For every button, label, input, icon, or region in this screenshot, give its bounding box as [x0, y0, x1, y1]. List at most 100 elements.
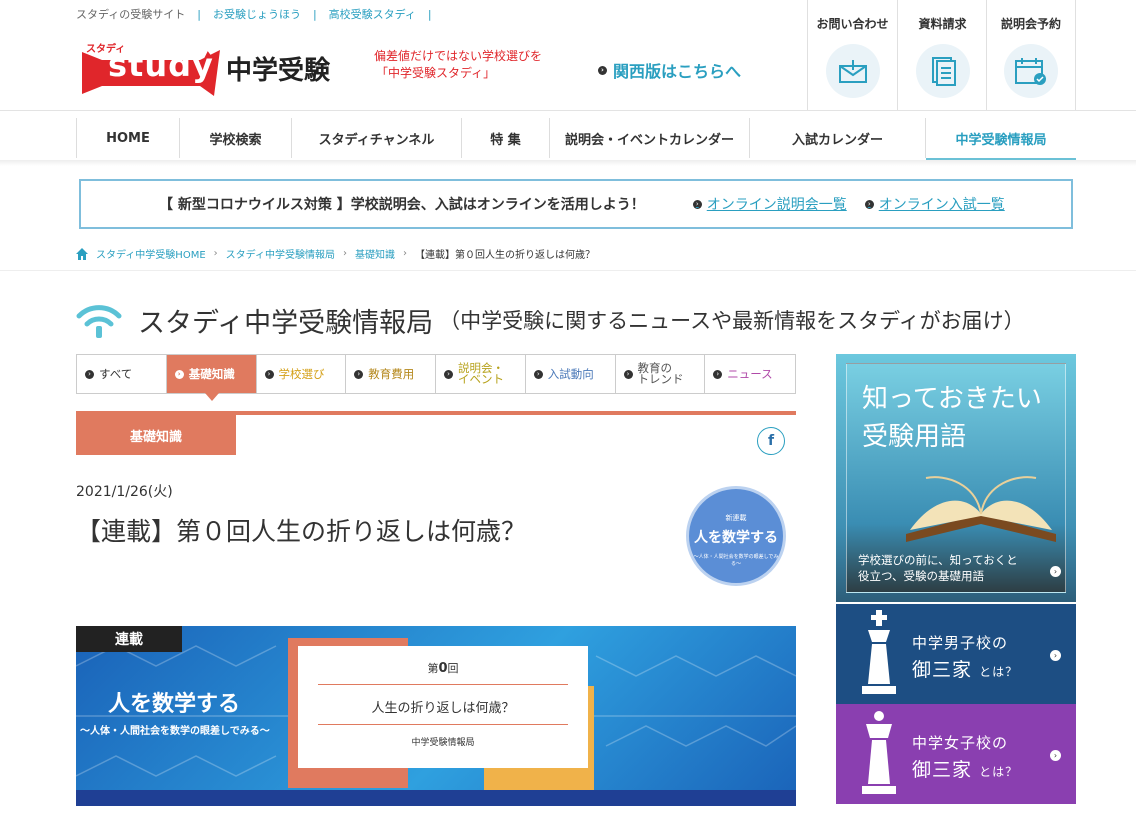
hero-series-tag: 連載 [76, 626, 182, 652]
notice-message: 【 新型コロナウイルス対策 】学校説明会、入試はオンラインを活用しよう！ [159, 197, 645, 213]
arrow-icon: › [533, 369, 543, 379]
arrow-icon: › [1050, 750, 1061, 761]
arrow-icon: › [354, 369, 364, 379]
glossary-caption-line1: 学校選びの前に、知っておくと [858, 553, 1018, 567]
chess-king-icon [862, 610, 896, 694]
tab-education-cost[interactable]: › 教育費用 [346, 355, 436, 393]
arrow-icon: › [174, 369, 184, 379]
glossary-caption: 学校選びの前に、知っておくと 役立つ、受験の基礎用語 [858, 552, 1018, 584]
arrow-icon: › [598, 65, 607, 75]
glossary-title-line1: 知っておきたい [862, 384, 1042, 414]
hero-banner: 連載 人を数学する 〜人体・人間社会を数学の眼差しでみる〜 第0回 人生の折り返… [76, 626, 796, 806]
request-docs-button[interactable]: 資料請求 [897, 0, 987, 110]
category-label: 基礎知識 [76, 415, 236, 455]
tab-events[interactable]: › 説明会・ イベント [436, 355, 526, 393]
facebook-share-icon[interactable]: f [757, 427, 785, 455]
hero-card-number: 第0回 [427, 661, 459, 676]
document-icon [915, 44, 970, 98]
online-exam-link[interactable]: › オンライン入試一覧 [864, 194, 1005, 214]
reserve-session-label: 説明会予約 [1000, 17, 1061, 31]
reserve-session-button[interactable]: 説明会予約 [986, 0, 1076, 110]
hero-card-title: 人生の折り返しは何歳？ [371, 701, 515, 716]
contact-button[interactable]: お問い合わせ [807, 0, 897, 110]
tab-basics[interactable]: › 基礎知識 [166, 355, 257, 393]
boys-line1: 中学男子校の [912, 634, 1009, 652]
kansai-link[interactable]: › 関西版はこちらへ [598, 58, 741, 82]
tab-all[interactable]: › すべて [77, 355, 167, 393]
calendar-icon [1004, 44, 1058, 98]
section-title: スタディ中学受験情報局 （中学受験に関するニュースや最新情報をスタディがお届け） [76, 300, 1025, 340]
boys-gosanke-text: 中学男子校の 御三家 とは？ [912, 632, 1018, 682]
tab-label: ニュース [727, 366, 773, 381]
badge-small: 新連載 [725, 514, 747, 522]
section-title-text: スタディ中学受験情報局 [138, 307, 434, 339]
boys-line2: 御三家 とは？ [912, 659, 1019, 681]
glossary-title: 知っておきたい 受験用語 [862, 380, 1042, 456]
chess-queen-icon [862, 711, 896, 794]
tab-education-trends[interactable]: › 教育の トレンド [616, 355, 706, 393]
nav-home[interactable]: HOME [76, 118, 180, 158]
nav-school-search[interactable]: 学校検索 [180, 118, 292, 158]
tab-label: 説明会・ イベント [458, 361, 504, 386]
girls-gosanke-banner[interactable]: 中学女子校の 御三家 とは？ › [836, 704, 1076, 804]
section-subtitle: （中学受験に関するニュースや最新情報をスタディがお届け） [439, 309, 1025, 333]
hero-title: 人を数学する [108, 692, 241, 717]
arrow-icon: › [692, 199, 702, 209]
tab-label: 教育費用 [368, 366, 415, 381]
glossary-caption-line2: 役立つ、受験の基礎用語 [858, 569, 985, 583]
hero-card: 第0回 人生の折り返しは何歳？ 中学受験情報局 [298, 646, 588, 768]
tab-exam-trends[interactable]: › 入試動向 [526, 355, 616, 393]
girls-line1: 中学女子校の [912, 734, 1009, 752]
arrow-icon: › [85, 369, 94, 379]
tab-school-choice[interactable]: › 学校選び [257, 355, 347, 393]
badge-sub: 〜人体・人間社会を数学の眼差しでみる〜 [693, 554, 779, 567]
breadcrumb-info-bureau[interactable]: スタディ中学受験情報局 [226, 246, 335, 261]
nav-feature[interactable]: 特 集 [462, 118, 550, 158]
nav-study-channel[interactable]: スタディチャンネル [292, 118, 462, 158]
top-links: スタディの受験サイト | お受験じょうほう | 高校受験スタディ | [76, 6, 432, 22]
arrow-icon: › [264, 369, 274, 379]
arrow-icon: › [713, 369, 723, 379]
online-session-label: オンライン説明会一覧 [706, 197, 847, 213]
site-logo[interactable]: スタディ study 中学受験 [82, 40, 342, 98]
online-session-link[interactable]: › オンライン説明会一覧 [692, 194, 847, 214]
online-exam-label: オンライン入試一覧 [878, 197, 1005, 213]
article-title: 【連載】第０回人生の折り返しは何歳？ [76, 517, 527, 546]
logo-chugaku: 中学受験 [226, 56, 331, 86]
tagline: 偏差値だけではない学校選びを 「中学受験スタディ」 [374, 48, 542, 82]
koukou-link[interactable]: 高校受験スタディ [329, 6, 416, 22]
wifi-icon [76, 305, 122, 338]
tab-label: 入試動向 [547, 366, 594, 381]
arrow-icon: › [864, 199, 874, 209]
tab-label: すべて [99, 366, 133, 381]
arrow-icon: › [623, 369, 633, 379]
breadcrumb-home[interactable]: スタディ中学受験HOME [96, 246, 206, 261]
article-date: 2021/1/26(火) [76, 484, 173, 500]
kansai-link-label: 関西版はこちらへ [613, 62, 742, 81]
girls-gosanke-text: 中学女子校の 御三家 とは？ [912, 732, 1018, 782]
boys-gosanke-banner[interactable]: 中学男子校の 御三家 とは？ › [836, 604, 1076, 704]
breadcrumb-basics[interactable]: 基礎知識 [355, 246, 395, 261]
nav-info-bureau[interactable]: 中学受験情報局 [926, 118, 1076, 162]
nav-event-calendar[interactable]: 説明会・イベントカレンダー [550, 118, 750, 158]
hero-card-org: 中学受験情報局 [411, 738, 475, 748]
tab-news[interactable]: › ニュース [705, 355, 795, 393]
arrow-icon: › [1050, 566, 1061, 577]
arrow-icon: › [1050, 650, 1061, 661]
series-badge: 新連載 人を数学する 〜人体・人間社会を数学の眼差しでみる〜 [686, 486, 786, 586]
book-icon [906, 476, 1056, 542]
home-icon [76, 247, 88, 260]
glossary-banner[interactable]: 知っておきたい 受験用語 学校選びの前に、知っておくと 役立つ、受験の基礎用語 … [836, 354, 1076, 602]
request-docs-label: 資料請求 [918, 17, 967, 31]
site-label: スタディの受験サイト [76, 8, 186, 21]
badge-main: 人を数学する [694, 530, 778, 546]
ojuken-link[interactable]: お受験じょうほう [213, 6, 301, 22]
girls-line2: 御三家 とは？ [912, 759, 1019, 781]
tagline-line1: 偏差値だけではない学校選びを [374, 49, 543, 63]
hero-subtitle: 〜人体・人間社会を数学の眼差しでみる〜 [80, 726, 270, 737]
main-nav: HOME 学校検索 スタディチャンネル 特 集 説明会・イベントカレンダー 入試… [76, 118, 1076, 164]
active-tab-caret [205, 393, 219, 401]
breadcrumb-current: 【連載】第０回人生の折り返しは何歳？ [414, 250, 595, 261]
nav-exam-calendar[interactable]: 入試カレンダー [750, 118, 926, 158]
tagline-line2: 「中学受験スタディ」 [376, 66, 496, 80]
